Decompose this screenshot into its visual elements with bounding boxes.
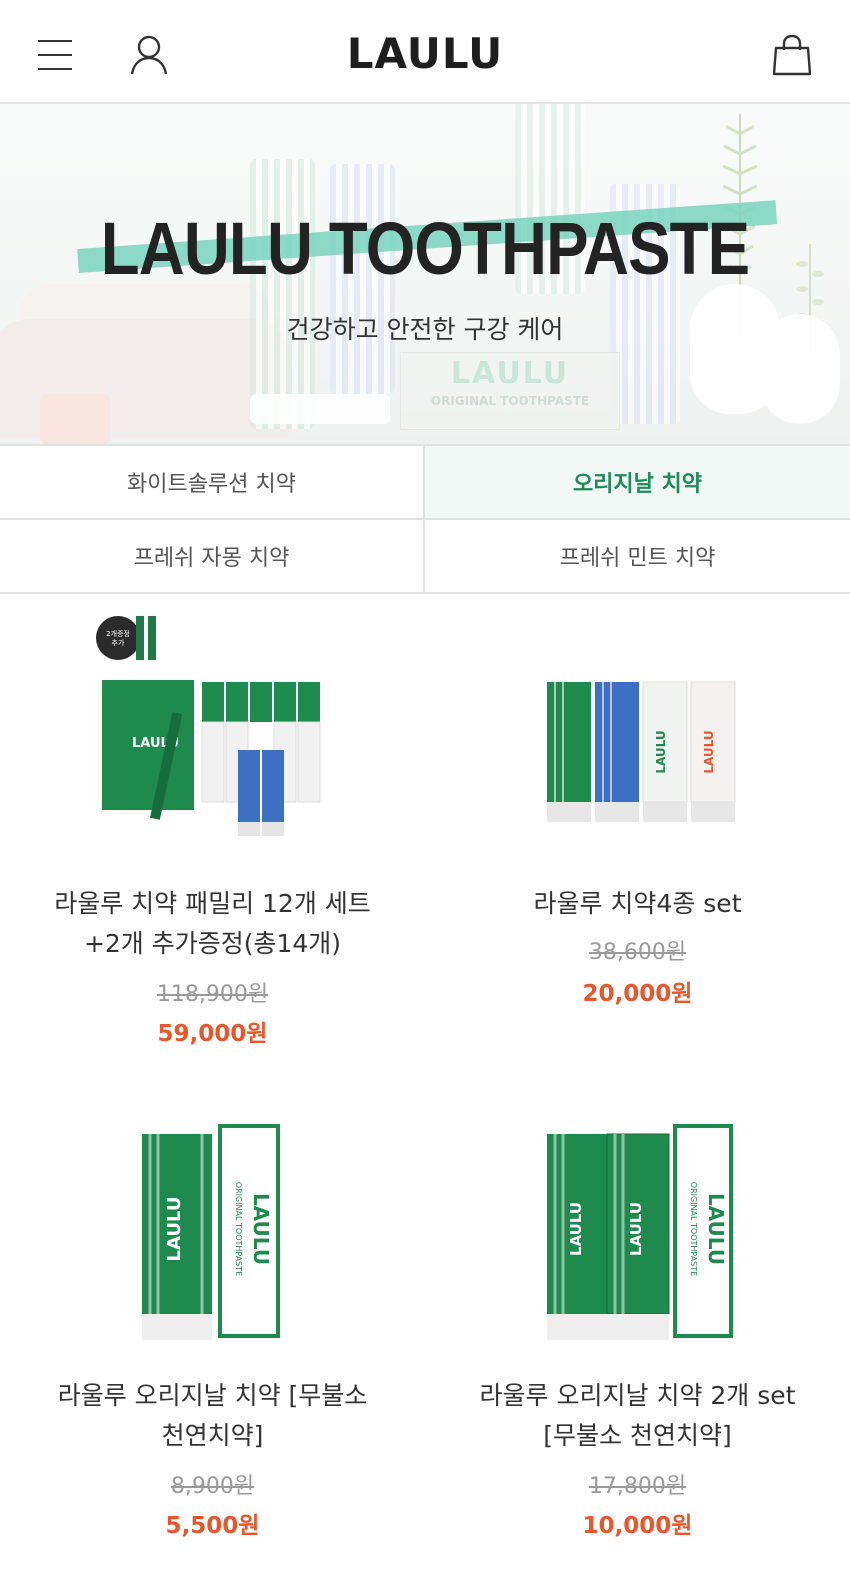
product-name[interactable]: 라울루 치약4종 set [445, 884, 830, 924]
brand-logo[interactable]: LAULU [300, 30, 550, 78]
sale-price: 5,500원 [165, 1513, 260, 1539]
sale-price: 20,000원 [582, 981, 693, 1007]
svg-text:LAULU: LAULU [627, 1202, 645, 1256]
product-name-line2[interactable]: +2개 추가증정(총14개) [20, 924, 405, 964]
tab-white-solution[interactable]: 화이트솔루션 치약 [0, 446, 425, 520]
product-card[interactable]: LAULU LAULU LAULU ORIGINAL TOOTHPASTE 라울… [425, 1104, 850, 1544]
tab-original[interactable]: 오리지날 치약 [425, 446, 850, 520]
product-name-line1[interactable]: 라울루 치약 패밀리 12개 세트 [20, 884, 405, 924]
tab-fresh-mint[interactable]: 프레쉬 민트 치약 [425, 520, 850, 594]
svg-text:LAULU: LAULU [702, 730, 716, 773]
product-card[interactable]: LAULU LAULU ORIGINAL TOOTHPASTE 라울루 오리지날… [0, 1104, 425, 1544]
svg-text:ORIGINAL TOOTHPASTE: ORIGINAL TOOTHPASTE [689, 1182, 698, 1276]
sale-price: 59,000원 [157, 1021, 268, 1047]
original-price: 8,900원 [170, 1474, 255, 1499]
banner-box-brand: LAULU [450, 356, 570, 391]
product-name-line1[interactable]: 라울루 오리지날 치약 [무불소 [20, 1376, 405, 1416]
product-card[interactable]: 2개증정 추가 LAULU 라울루 치약 패밀리 12개 세트 +2개 추가증정… [0, 612, 425, 1052]
svg-text:LAULU: LAULU [567, 1202, 585, 1256]
banner-stand-decoration [250, 394, 390, 424]
product-name-line2[interactable]: 천연치약] [20, 1416, 405, 1456]
svg-text:추가: 추가 [112, 638, 125, 647]
svg-text:ORIGINAL TOOTHPASTE: ORIGINAL TOOTHPASTE [234, 1182, 243, 1276]
original-price: 118,900원 [156, 982, 269, 1007]
svg-text:LAULU: LAULU [164, 1197, 185, 1262]
top-header: LAULU [0, 0, 850, 104]
original-price: 38,600원 [588, 940, 687, 965]
banner-box-subtext: ORIGINAL TOOTHPASTE [430, 394, 590, 408]
svg-text:LAULU: LAULU [249, 1193, 273, 1265]
banner-cup-decoration [40, 394, 110, 444]
category-tabs: 화이트솔루션 치약 오리지날 치약 프레쉬 자몽 치약 프레쉬 민트 치약 [0, 444, 850, 594]
product-name-line2[interactable]: [무불소 천연치약] [445, 1416, 830, 1456]
svg-text:LAULU: LAULU [704, 1193, 728, 1265]
product-image[interactable]: LAULU LAULU [517, 612, 757, 852]
svg-text:2개증정: 2개증정 [106, 629, 130, 638]
svg-text:LAULU: LAULU [654, 730, 668, 773]
product-name-line1[interactable]: 라울루 오리지날 치약 2개 set [445, 1376, 830, 1416]
shopping-bag-icon[interactable] [772, 34, 812, 76]
hamburger-menu-icon[interactable] [36, 36, 76, 76]
banner-subtitle: 건강하고 안전한 구강 케어 [286, 315, 564, 344]
user-icon[interactable] [128, 34, 170, 76]
banner-tube-image [250, 159, 315, 429]
sale-price: 10,000원 [582, 1513, 693, 1539]
product-card[interactable]: LAULU LAULU 라울루 치약4종 set 38,600원 20,000원 [425, 612, 850, 1012]
original-price: 17,800원 [588, 1474, 687, 1499]
hero-banner: LAULU ORIGINAL TOOTHPASTE LAULU TOOTHPAS… [0, 104, 850, 444]
product-image[interactable]: 2개증정 추가 LAULU [92, 612, 332, 852]
tab-fresh-grapefruit[interactable]: 프레쉬 자몽 치약 [0, 520, 425, 594]
product-image[interactable]: LAULU LAULU LAULU ORIGINAL TOOTHPASTE [517, 1104, 757, 1344]
banner-title: LAULU TOOTHPASTE [100, 207, 750, 290]
product-image[interactable]: LAULU LAULU ORIGINAL TOOTHPASTE [92, 1104, 332, 1344]
